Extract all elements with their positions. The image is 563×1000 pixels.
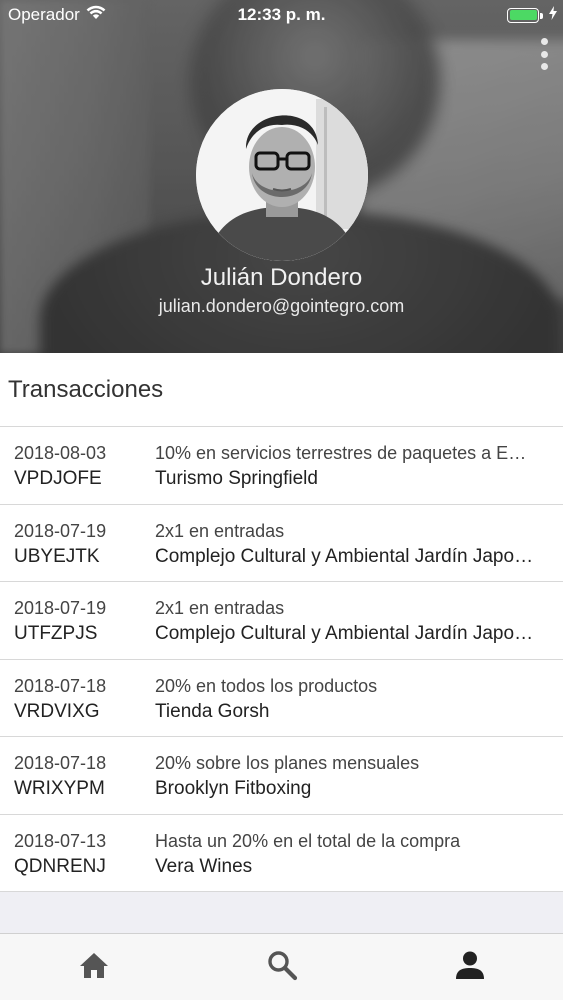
transaction-merchant: Tienda Gorsh [155, 700, 270, 722]
profile-icon [455, 950, 485, 985]
transaction-code: WRIXYPM [14, 778, 105, 799]
status-time: 12:33 p. m. [237, 5, 326, 24]
tab-home[interactable] [0, 934, 188, 1000]
status-bar: Operador 12:33 p. m. [0, 0, 563, 30]
transaction-code: UTFZPJS [14, 623, 98, 644]
more-options-icon[interactable] [538, 38, 550, 70]
tab-bar [0, 933, 563, 1000]
transaction-date: 2018-07-18 [14, 675, 107, 696]
transaction-merchant: Turismo Springfield [155, 468, 318, 489]
avatar [196, 89, 368, 261]
transaction-date: 2018-07-13 [14, 830, 107, 851]
profile-email: julian.dondero@gointegro.com [158, 296, 405, 316]
transactions-list: 2018-08-03 VPDJOFE 10% en servicios terr… [0, 427, 563, 892]
transaction-row[interactable]: 2018-07-19 UBYEJTK 2x1 en entradas Compl… [0, 504, 563, 582]
transaction-code: VPDJOFE [14, 468, 102, 489]
tab-search[interactable] [188, 934, 376, 1000]
transaction-row[interactable]: 2018-07-19 UTFZPJS 2x1 en entradas Compl… [0, 582, 563, 660]
transaction-merchant: Complejo Cultural y Ambiental Jardín Jap… [155, 623, 535, 644]
battery-icon [507, 7, 543, 23]
transaction-date: 2018-07-19 [14, 520, 107, 541]
transaction-description: Hasta un 20% en el total de la compra [155, 830, 461, 851]
transactions-header: Transacciones [0, 353, 563, 427]
transaction-merchant: Brooklyn Fitboxing [155, 778, 312, 799]
transaction-code: UBYEJTK [14, 545, 100, 567]
transaction-date: 2018-07-18 [14, 753, 107, 773]
search-icon [266, 949, 298, 986]
transaction-merchant: Complejo Cultural y Ambiental Jardín Jap… [155, 545, 535, 567]
home-icon [78, 951, 110, 984]
tab-profile[interactable] [376, 934, 563, 1000]
transaction-row[interactable]: 2018-07-18 WRIXYPM 20% sobre los planes … [0, 737, 563, 815]
transaction-description: 20% sobre los planes mensuales [155, 753, 420, 773]
transaction-description: 10% en servicios terrestres de paquetes … [155, 443, 535, 463]
transaction-description: 20% en todos los productos [155, 675, 378, 696]
transaction-row[interactable]: 2018-08-03 VPDJOFE 10% en servicios terr… [0, 427, 563, 505]
transaction-row[interactable]: 2018-07-18 VRDVIXG 20% en todos los prod… [0, 659, 563, 737]
transaction-row[interactable]: 2018-07-13 QDNRENJ Hasta un 20% en el to… [0, 814, 563, 892]
transaction-code: VRDVIXG [14, 700, 100, 722]
section-title: Transacciones [8, 376, 164, 403]
charging-bolt-icon [549, 5, 557, 25]
profile-name: Julián Dondero [200, 264, 363, 291]
profile-header: Operador 12:33 p. m. Julián Dondero juli… [0, 0, 563, 353]
transaction-description: 2x1 en entradas [155, 598, 285, 618]
transaction-description: 2x1 en entradas [155, 520, 285, 541]
transaction-code: QDNRENJ [14, 855, 106, 877]
transaction-date: 2018-07-19 [14, 598, 107, 618]
transaction-date: 2018-08-03 [14, 443, 107, 463]
transaction-merchant: Vera Wines [155, 855, 253, 877]
profile-screen: Operador 12:33 p. m. Julián Dondero juli… [0, 0, 563, 1000]
status-indicators [507, 5, 557, 25]
